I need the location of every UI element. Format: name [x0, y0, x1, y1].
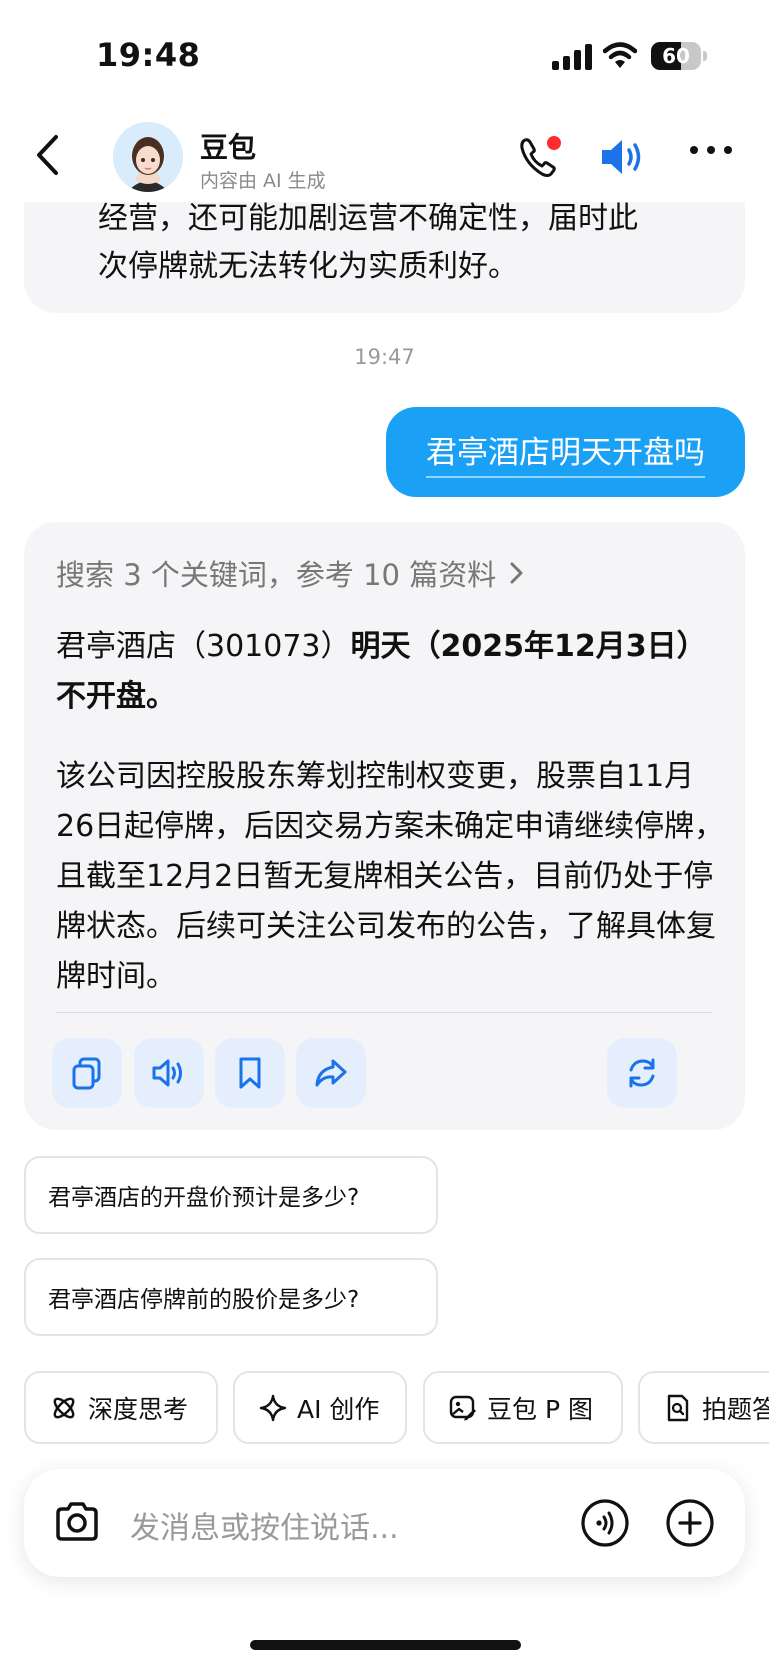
speaker-outline-icon	[152, 1059, 182, 1087]
user-message-text: 君亭酒店明天开盘吗	[426, 427, 705, 478]
regenerate-button[interactable]	[607, 1038, 677, 1108]
more-options-icon[interactable]	[688, 140, 734, 160]
message-timestamp: 19:47	[354, 345, 415, 369]
answer-paragraph: 该公司因控股股东筹划控制权变更，股票自11月26日起停牌，后因交易方案未确定申请…	[56, 759, 725, 994]
atom-icon	[53, 1397, 75, 1418]
wifi-icon	[603, 42, 637, 68]
share-arrow-icon	[315, 1059, 347, 1087]
status-time: 19:48	[96, 36, 201, 74]
phone-call-icon[interactable]	[516, 134, 564, 180]
suggested-question[interactable]: 君亭酒店停牌前的股价是多少?	[24, 1258, 438, 1336]
camera-icon[interactable]	[54, 1501, 100, 1543]
read-aloud-button[interactable]	[134, 1038, 204, 1108]
avatar[interactable]	[113, 122, 183, 192]
user-message[interactable]: 君亭酒店明天开盘吗	[386, 407, 745, 497]
ai-generated-notice: 内容由 AI 生成	[200, 170, 326, 192]
image-edit-icon	[449, 1395, 476, 1420]
refresh-icon	[629, 1058, 655, 1088]
bookmark-icon	[239, 1057, 261, 1089]
battery-indicator: 60	[651, 42, 707, 70]
copy-button[interactable]	[52, 1038, 122, 1108]
chip-photo-solve[interactable]: 拍题答疑	[638, 1371, 769, 1444]
suggested-question-text: 君亭酒店停牌前的股价是多少?	[48, 1287, 360, 1313]
cellular-signal-icon	[552, 44, 592, 70]
chip-ai-creation[interactable]: AI 创作	[233, 1371, 407, 1444]
home-indicator	[250, 1640, 521, 1650]
message-text: 次停牌就无法转化为实质利好。	[98, 249, 518, 284]
sparkle-icon	[259, 1394, 287, 1421]
suggested-question-text: 君亭酒店的开盘价预计是多少?	[48, 1185, 360, 1211]
speaker-icon[interactable]	[600, 136, 648, 178]
voice-input-icon[interactable]	[580, 1498, 630, 1548]
battery-level: 60	[662, 44, 690, 68]
copy-icon	[72, 1057, 101, 1090]
message-text: 经营，还可能加剧运营不确定性，届时此	[98, 201, 638, 236]
message-input[interactable]: 发消息或按住说话...	[130, 1503, 399, 1547]
search-references-link[interactable]: 搜索 3 个关键词，参考 10 篇资料	[56, 552, 526, 594]
chip-label: AI 创作	[297, 1394, 380, 1424]
chip-image-edit[interactable]: 豆包 P 图	[423, 1371, 623, 1444]
message-input-bar: 发消息或按住说话...	[24, 1469, 745, 1577]
bookmark-button[interactable]	[215, 1038, 285, 1108]
search-summary: 搜索 3 个关键词，参考 10 篇资料	[56, 558, 497, 592]
bot-answer-card: 搜索 3 个关键词，参考 10 篇资料 君亭酒店（301073）明天（2025年…	[24, 522, 745, 1130]
status-bar: 19:48 60	[0, 0, 769, 110]
chip-label: 深度思考	[88, 1394, 189, 1424]
share-button[interactable]	[296, 1038, 366, 1108]
plus-icon[interactable]	[665, 1498, 715, 1548]
chip-deep-thinking[interactable]: 深度思考	[24, 1371, 218, 1444]
document-search-icon	[667, 1394, 689, 1421]
chat-header: 豆包 内容由 AI 生成	[0, 110, 769, 202]
answer-text: 君亭酒店（301073）	[56, 629, 351, 664]
chip-label: 拍题答疑	[702, 1394, 769, 1424]
chevron-right-icon	[510, 562, 523, 584]
chip-label: 豆包 P 图	[487, 1394, 593, 1424]
answer-paragraph: 君亭酒店（301073）明天（2025年12月3日）不开盘。	[56, 622, 726, 722]
divider	[56, 1012, 713, 1013]
bot-name: 豆包	[200, 131, 257, 164]
suggested-question[interactable]: 君亭酒店的开盘价预计是多少?	[24, 1156, 438, 1234]
back-arrow-icon[interactable]	[30, 130, 66, 180]
